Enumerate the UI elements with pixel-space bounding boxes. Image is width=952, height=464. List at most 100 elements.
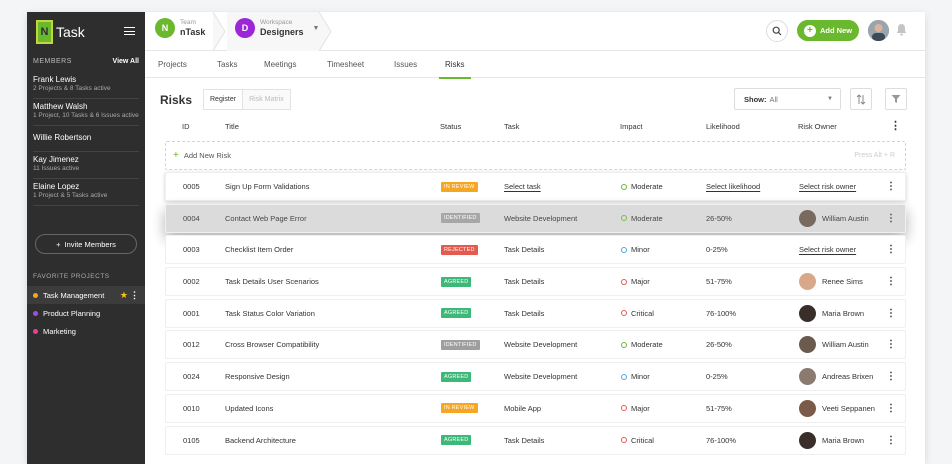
row-kebab-menu-icon[interactable]: ⋮ bbox=[886, 363, 896, 390]
status-cell[interactable]: AGREED bbox=[441, 363, 472, 390]
member-item[interactable]: Matthew Walsh 1 Project, 10 Tasks & 6 Iss… bbox=[33, 99, 139, 126]
add-new-button[interactable]: + Add New bbox=[797, 20, 859, 41]
column-impact[interactable]: Impact bbox=[620, 122, 643, 131]
risk-title[interactable]: Checklist Item Order bbox=[225, 236, 293, 263]
impact-cell[interactable]: Major bbox=[621, 395, 650, 422]
status-cell[interactable]: AGREED bbox=[441, 268, 472, 295]
status-cell[interactable]: IN REVIEW bbox=[441, 395, 478, 422]
task-cell[interactable]: Select task bbox=[504, 173, 541, 200]
risk-title[interactable]: Task Details User Scenarios bbox=[225, 268, 319, 295]
table-row[interactable]: 0012 Cross Browser Compatibility IDENTIFIE… bbox=[165, 330, 906, 360]
favorite-project-item[interactable]: Task Management ★ ⋮ bbox=[27, 286, 145, 304]
column-options-kebab-icon[interactable]: ⋮ bbox=[890, 119, 901, 132]
risk-owner-cell[interactable]: Select risk owner bbox=[799, 236, 856, 263]
tab-timesheet[interactable]: Timesheet bbox=[327, 51, 364, 78]
add-new-risk-row[interactable]: + Add New Risk Press Alt + R bbox=[165, 141, 906, 170]
task-cell[interactable]: Website Development bbox=[504, 205, 577, 232]
impact-cell[interactable]: Minor bbox=[621, 363, 650, 390]
risk-owner-cell[interactable]: Select risk owner bbox=[799, 173, 856, 200]
risk-title[interactable]: Task Status Color Variation bbox=[225, 300, 315, 327]
impact-cell[interactable]: Critical bbox=[621, 427, 654, 454]
favorite-project-item[interactable]: Product Planning bbox=[27, 304, 145, 322]
table-row[interactable]: 0004 Contact Web Page Error IDENTIFIED Webs… bbox=[165, 203, 906, 233]
status-cell[interactable]: IDENTIFIED bbox=[441, 205, 480, 232]
member-item[interactable]: Kay Jimenez 11 Issues active bbox=[33, 152, 139, 179]
impact-cell[interactable]: Moderate bbox=[621, 173, 663, 200]
risk-owner-cell[interactable]: William Austin bbox=[799, 331, 869, 358]
task-cell[interactable]: Task Details bbox=[504, 236, 544, 263]
impact-cell[interactable]: Minor bbox=[621, 236, 650, 263]
column-task[interactable]: Task bbox=[504, 122, 519, 131]
likelihood-cell[interactable]: 51-75% bbox=[706, 395, 732, 422]
member-item[interactable]: Frank Lewis 2 Projects & 8 Tasks active bbox=[33, 72, 139, 99]
risk-owner-cell[interactable]: Veeti Seppanen bbox=[799, 395, 875, 422]
column-likelihood[interactable]: Likelihood bbox=[706, 122, 740, 131]
likelihood-cell[interactable]: 26-50% bbox=[706, 331, 732, 358]
column-title[interactable]: Title bbox=[225, 122, 239, 131]
risk-title[interactable]: Cross Browser Compatibility bbox=[225, 331, 319, 358]
risk-owner-cell[interactable]: Maria Brown bbox=[799, 427, 864, 454]
search-button[interactable] bbox=[766, 20, 788, 42]
filter-button[interactable] bbox=[885, 88, 907, 110]
tab-issues[interactable]: Issues bbox=[394, 51, 417, 78]
table-row[interactable]: 0010 Updated Icons IN REVIEW Mobile App Majo… bbox=[165, 393, 906, 423]
hamburger-menu-icon[interactable] bbox=[124, 27, 135, 35]
row-kebab-menu-icon[interactable]: ⋮ bbox=[886, 300, 896, 327]
star-icon[interactable]: ★ bbox=[120, 290, 128, 301]
column-id[interactable]: ID bbox=[182, 122, 190, 131]
show-filter-dropdown[interactable]: Show: All ▼ bbox=[734, 88, 841, 110]
task-cell[interactable]: Task Details bbox=[504, 300, 544, 327]
likelihood-cell[interactable]: 0-25% bbox=[706, 236, 728, 263]
impact-cell[interactable]: Major bbox=[621, 268, 650, 295]
favorite-project-item[interactable]: Marketing bbox=[27, 322, 145, 340]
workspace-selector[interactable]: D Workspace Designers ▼ bbox=[235, 18, 319, 38]
risk-title[interactable]: Responsive Design bbox=[225, 363, 290, 390]
risk-owner-cell[interactable]: Maria Brown bbox=[799, 300, 864, 327]
risk-title[interactable]: Sign Up Form Validations bbox=[225, 173, 309, 200]
risk-owner-cell[interactable]: Andreas Brixen bbox=[799, 363, 873, 390]
table-row[interactable]: 0024 Responsive Design AGREED Website Devel… bbox=[165, 362, 906, 392]
risk-matrix-view-button[interactable]: Risk Matrix bbox=[243, 90, 290, 109]
task-cell[interactable]: Website Development bbox=[504, 363, 577, 390]
task-cell[interactable]: Task Details bbox=[504, 268, 544, 295]
user-avatar[interactable] bbox=[868, 20, 889, 41]
risk-owner-cell[interactable]: William Austin bbox=[799, 205, 869, 232]
impact-cell[interactable]: Moderate bbox=[621, 331, 663, 358]
bell-icon[interactable] bbox=[896, 23, 907, 38]
row-kebab-menu-icon[interactable]: ⋮ bbox=[886, 427, 896, 454]
task-cell[interactable]: Mobile App bbox=[504, 395, 541, 422]
team-selector[interactable]: N Team nTask ▼ bbox=[155, 18, 221, 38]
table-row[interactable]: 0003 Checklist Item Order REJECTED Task Det… bbox=[165, 235, 906, 265]
brand[interactable]: N Task bbox=[36, 20, 85, 44]
status-cell[interactable]: REJECTED bbox=[441, 236, 478, 263]
row-kebab-menu-icon[interactable]: ⋮ bbox=[886, 331, 896, 358]
risk-title[interactable]: Updated Icons bbox=[225, 395, 273, 422]
tab-tasks[interactable]: Tasks bbox=[217, 51, 237, 78]
impact-cell[interactable]: Moderate bbox=[621, 205, 663, 232]
risk-title[interactable]: Backend Architecture bbox=[225, 427, 296, 454]
status-cell[interactable]: IDENTIFIED bbox=[441, 331, 480, 358]
likelihood-cell[interactable]: 51-75% bbox=[706, 268, 732, 295]
risk-title[interactable]: Contact Web Page Error bbox=[225, 205, 307, 232]
sort-button[interactable] bbox=[850, 88, 872, 110]
invite-members-button[interactable]: + Invite Members bbox=[35, 234, 137, 254]
table-row[interactable]: 0001 Task Status Color Variation AGREED Tas… bbox=[165, 298, 906, 328]
view-all-link[interactable]: View All bbox=[113, 58, 139, 65]
register-view-button[interactable]: Register bbox=[204, 90, 244, 109]
row-kebab-menu-icon[interactable]: ⋮ bbox=[886, 395, 896, 422]
task-cell[interactable]: Task Details bbox=[504, 427, 544, 454]
tab-meetings[interactable]: Meetings bbox=[264, 51, 296, 78]
row-kebab-menu-icon[interactable]: ⋮ bbox=[886, 173, 896, 200]
likelihood-cell[interactable]: 76-100% bbox=[706, 300, 736, 327]
column-status[interactable]: Status bbox=[440, 122, 461, 131]
likelihood-cell[interactable]: 76-100% bbox=[706, 427, 736, 454]
likelihood-cell[interactable]: Select likelihood bbox=[706, 173, 760, 200]
tab-risks[interactable]: Risks bbox=[439, 51, 471, 79]
table-row[interactable]: 0105 Backend Architecture AGREED Task Detai… bbox=[165, 425, 906, 455]
status-cell[interactable]: IN REVIEW bbox=[441, 173, 478, 200]
kebab-menu-icon[interactable]: ⋮ bbox=[130, 290, 139, 301]
row-kebab-menu-icon[interactable]: ⋮ bbox=[886, 268, 896, 295]
status-cell[interactable]: AGREED bbox=[441, 427, 472, 454]
member-item[interactable]: Willie Robertson bbox=[33, 126, 139, 152]
member-item[interactable]: Elaine Lopez 1 Project & 5 Tasks active bbox=[33, 179, 139, 206]
